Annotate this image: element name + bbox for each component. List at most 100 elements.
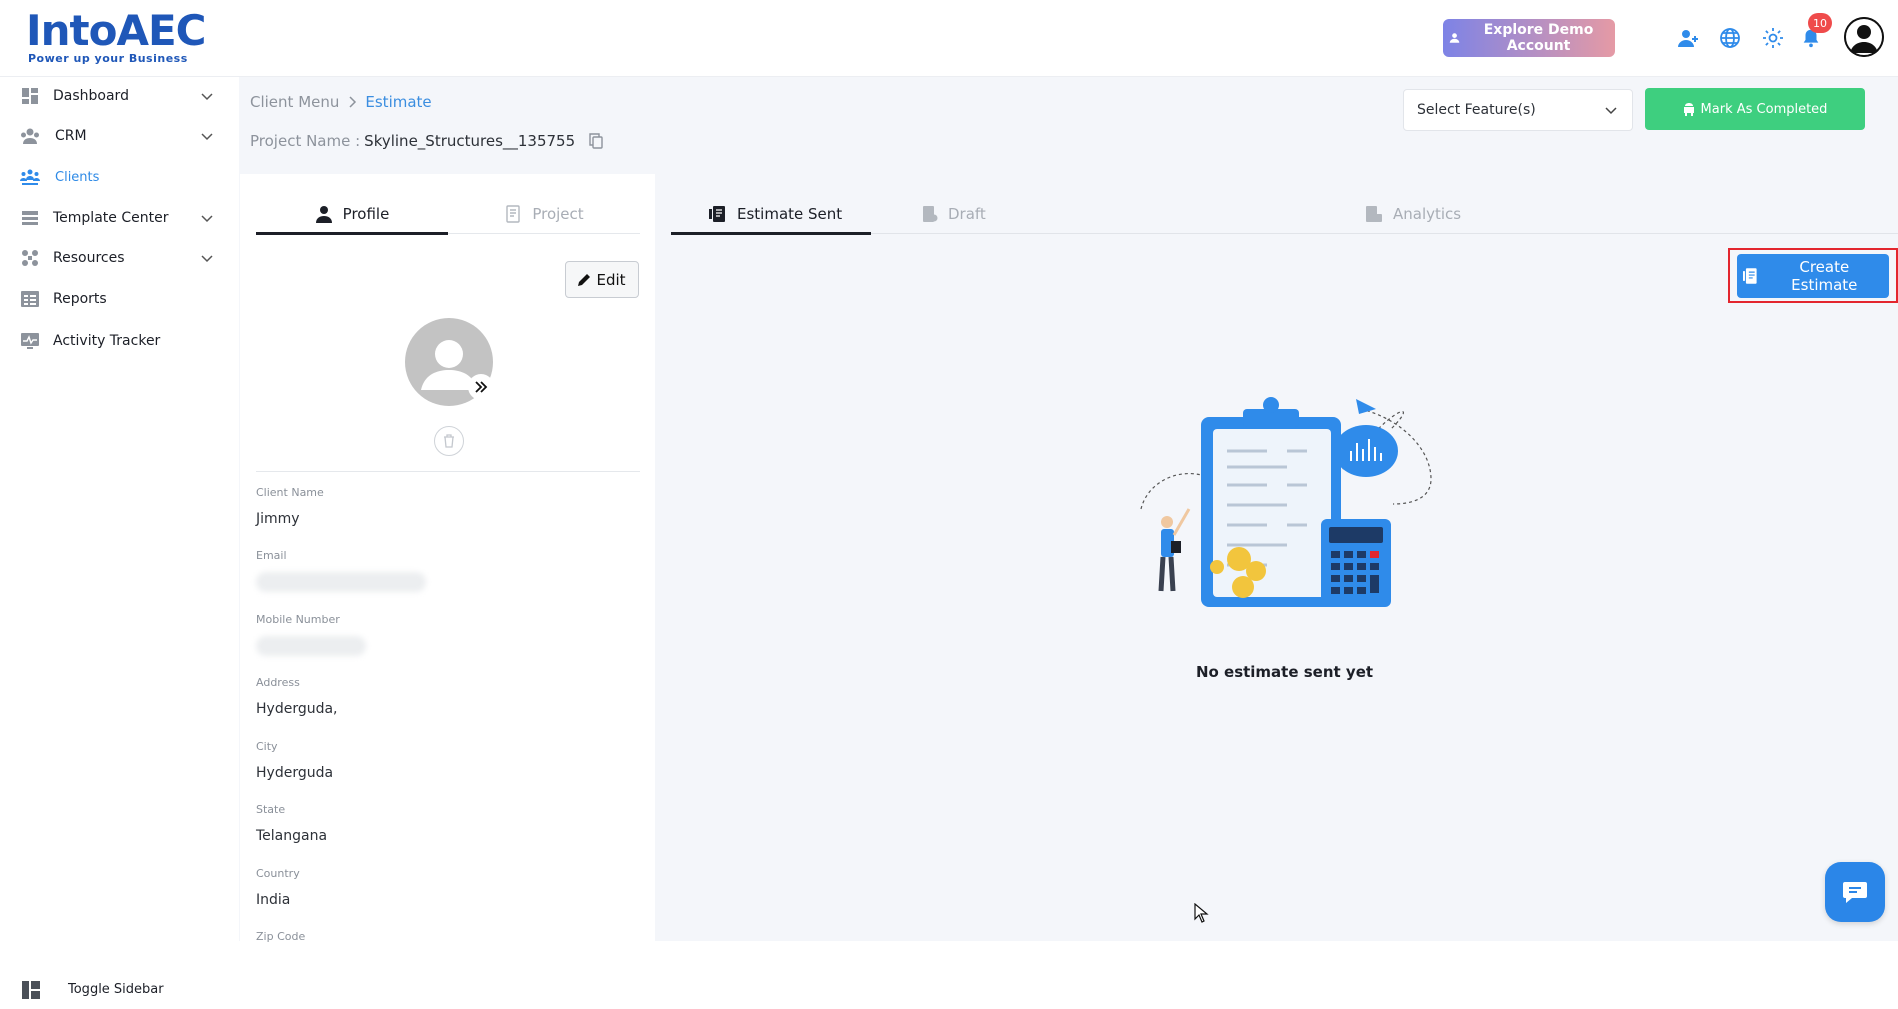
feature-select[interactable]: Select Feature(s) — [1403, 89, 1633, 131]
breadcrumb: Client Menu Estimate — [250, 93, 432, 111]
sidebar-item-label: CRM — [55, 128, 87, 144]
sidebar-item-activity-tracker[interactable]: Activity Tracker — [0, 322, 239, 360]
avatar-silhouette-icon — [1844, 17, 1884, 57]
project-name-value: Skyline_Structures__135755 — [364, 132, 576, 150]
client-name-value: Jimmy — [256, 511, 300, 527]
chat-button[interactable] — [1825, 862, 1885, 922]
address-label: Address — [256, 676, 300, 689]
user-icon — [315, 206, 332, 223]
logo-tagline: Power up your Business — [28, 52, 188, 65]
tab-analytics[interactable]: Analytics — [1365, 198, 1461, 230]
sidebar-item-template-center[interactable]: Template Center — [0, 199, 239, 237]
empty-state-illustration — [1140, 397, 1432, 607]
create-estimate-button[interactable]: Create Estimate — [1737, 254, 1889, 298]
state-label: State — [256, 803, 286, 816]
template-icon — [20, 208, 40, 228]
notification-badge: 10 — [1808, 13, 1832, 33]
chevron-down-icon — [1605, 107, 1617, 115]
tab-estimate-sent[interactable]: Estimate Sent — [709, 198, 842, 230]
chevron-down-icon[interactable] — [198, 209, 216, 227]
document-icon — [506, 205, 521, 223]
mobile-value-redacted — [256, 636, 366, 656]
estimate-icon — [1743, 268, 1757, 284]
explore-demo-label: Explore Demo Account — [1483, 22, 1594, 54]
address-value: Hyderguda, — [256, 701, 338, 717]
sidebar-item-resources[interactable]: Resources — [0, 239, 239, 277]
sidebar-item-label: Resources — [53, 250, 125, 266]
mouse-cursor-icon — [1194, 903, 1209, 923]
country-value: India — [256, 892, 291, 908]
clients-icon — [20, 167, 40, 187]
city-label: City — [256, 740, 278, 753]
sidebar-item-label: Activity Tracker — [53, 333, 161, 349]
tab-label: Profile — [342, 205, 390, 223]
android-icon — [1683, 103, 1694, 116]
chevron-down-icon[interactable] — [198, 87, 216, 105]
breadcrumb-parent[interactable]: Client Menu — [250, 93, 339, 111]
breadcrumb-current: Estimate — [365, 93, 432, 111]
mark-completed-label: Mark As Completed — [1700, 101, 1828, 117]
user-avatar[interactable] — [1844, 17, 1884, 57]
empty-state-message: No estimate sent yet — [1195, 663, 1374, 681]
resources-icon — [20, 248, 40, 268]
delete-avatar-button[interactable] — [434, 426, 464, 456]
app-logo[interactable]: IntoAEC Power up your Business — [26, 8, 206, 66]
tab-label: Project — [532, 205, 584, 223]
mark-completed-button[interactable]: Mark As Completed — [1645, 88, 1865, 130]
sidebar-item-dashboard[interactable]: Dashboard — [0, 77, 239, 115]
chat-icon — [1843, 882, 1867, 903]
email-label: Email — [256, 549, 287, 562]
pencil-icon — [578, 274, 591, 286]
analytics-icon — [1366, 206, 1382, 222]
toggle-sidebar-button[interactable]: Toggle Sidebar — [0, 971, 239, 1009]
dashboard-icon — [20, 86, 40, 106]
project-name-label: Project Name : — [250, 132, 361, 150]
tab-label: Estimate Sent — [737, 205, 843, 223]
globe-icon[interactable] — [1716, 24, 1744, 52]
zip-code-label: Zip Code — [256, 930, 306, 943]
user-icon — [1449, 33, 1460, 43]
logo-text: IntoAEC — [26, 6, 206, 55]
client-name-label: Client Name — [256, 486, 324, 499]
tab-draft[interactable]: Draft — [922, 198, 986, 230]
sidebar-item-label: Reports — [53, 291, 107, 307]
feature-select-value: Select Feature(s) — [1417, 102, 1536, 118]
copy-icon[interactable] — [589, 133, 603, 149]
state-value: Telangana — [256, 828, 328, 844]
profile-panel: Profile Project Edit Client Name Jimmy E… — [240, 174, 655, 943]
activity-icon — [20, 331, 40, 351]
crm-icon — [20, 126, 40, 146]
edit-label: Edit — [596, 270, 626, 289]
sidebar-item-label: Dashboard — [53, 88, 129, 104]
tab-label: Draft — [948, 205, 986, 223]
chevron-down-icon[interactable] — [198, 127, 216, 145]
sidebar-item-label: Clients — [55, 169, 100, 185]
email-value-redacted — [256, 572, 426, 592]
add-user-icon[interactable] — [1674, 24, 1702, 52]
project-name-row: Project Name : Skyline_Structures__13575… — [250, 132, 603, 150]
sidebar-item-crm[interactable]: CRM — [0, 117, 239, 155]
draft-icon — [923, 206, 938, 222]
chevron-down-icon[interactable] — [198, 249, 216, 267]
tab-active-indicator — [256, 232, 448, 235]
reports-icon — [20, 289, 40, 309]
sidebar: Dashboard CRM Clients Template Center Re… — [0, 77, 239, 999]
sidebar-item-reports[interactable]: Reports — [0, 280, 239, 318]
main-content: Client Menu Estimate Project Name : Skyl… — [239, 77, 1898, 943]
tab-project[interactable]: Project — [448, 198, 640, 230]
section-divider — [256, 471, 640, 472]
sidebar-toggle-icon — [22, 981, 42, 1001]
explore-demo-button[interactable]: Explore Demo Account — [1443, 19, 1615, 57]
sidebar-item-label: Template Center — [53, 210, 169, 226]
trash-icon — [444, 434, 454, 448]
expand-avatar-icon[interactable] — [468, 374, 494, 400]
edit-button[interactable]: Edit — [565, 261, 639, 298]
estimate-icon — [709, 206, 725, 222]
tab-label: Analytics — [1393, 205, 1462, 223]
gear-icon[interactable] — [1759, 24, 1787, 52]
tab-active-indicator — [671, 232, 871, 235]
sidebar-item-clients[interactable]: Clients — [0, 158, 239, 196]
country-label: Country — [256, 867, 300, 880]
estimate-panel: Estimate Sent Draft Analytics Create Est… — [671, 174, 1898, 941]
tab-profile[interactable]: Profile — [256, 198, 448, 230]
